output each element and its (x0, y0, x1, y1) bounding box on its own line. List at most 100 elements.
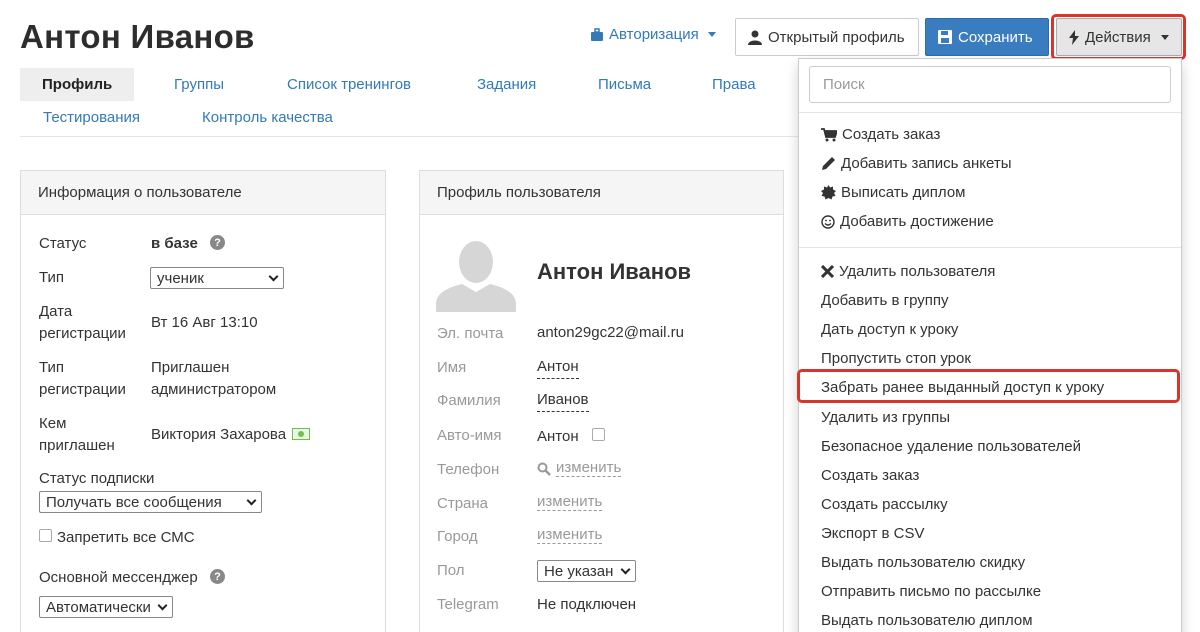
last-name-value[interactable]: Иванов (537, 389, 589, 412)
telegram-label: Telegram (437, 596, 499, 613)
last-name-label: Фамилия (437, 392, 501, 409)
pencil-icon (822, 157, 835, 170)
reg-type-value: Приглашен (151, 359, 230, 376)
avatar-placeholder-icon[interactable] (436, 232, 516, 312)
telegram-value: Не подключен (537, 596, 637, 613)
city-label: Город (437, 528, 478, 545)
actions-label: Действия (1085, 28, 1151, 46)
chevron-down-icon (157, 600, 168, 610)
type-select[interactable]: ученик (150, 267, 284, 289)
menu-skip-stop-lesson[interactable]: Пропустить стоп урок (821, 350, 971, 367)
messenger-select-value: Автоматически (46, 598, 151, 616)
phone-label: Телефон (437, 461, 500, 478)
menu-create-order[interactable]: Создать заказ (821, 126, 940, 143)
disable-sms-checkbox[interactable] (39, 529, 52, 542)
messenger-label: Основной мессенджер (39, 569, 198, 586)
menu-divider (799, 112, 1181, 113)
invited-by-value[interactable]: Виктория Захарова (151, 424, 286, 446)
subscription-select-value: Получать все сообщения (46, 493, 222, 511)
close-icon (821, 265, 834, 278)
auto-name-label: Авто-имя (437, 427, 502, 444)
save-button[interactable]: Сохранить (925, 18, 1049, 56)
briefcase-icon (591, 27, 603, 41)
reg-date-value: Вт 16 Авг 13:10 (151, 314, 258, 331)
help-icon[interactable]: ? (210, 569, 225, 584)
gender-select[interactable]: Не указан (537, 560, 636, 582)
menu-delete-user-label: Удалить пользователя (839, 263, 996, 280)
certificate-icon (821, 185, 836, 200)
status-value: в базе (151, 235, 198, 252)
menu-add-achievement[interactable]: Добавить достижение (821, 213, 994, 230)
reg-date-label: Дата (39, 303, 73, 320)
menu-create-order-label: Создать заказ (842, 126, 941, 143)
profile-name: Антон Иванов (537, 259, 692, 284)
gender-label: Пол (437, 562, 465, 579)
menu-issue-diploma[interactable]: Выписать диплом (821, 184, 965, 201)
messenger-select[interactable]: Автоматически (39, 596, 173, 618)
menu-remove-from-group[interactable]: Удалить из группы (821, 409, 950, 426)
tab-rights[interactable]: Права (712, 76, 756, 93)
user-profile-title: Профиль пользователя (420, 171, 783, 215)
menu-create-order-2[interactable]: Создать заказ (821, 467, 919, 484)
actions-button[interactable]: Действия (1056, 18, 1182, 56)
menu-add-survey-entry-label: Добавить запись анкеты (841, 155, 1012, 172)
tab-quality-control[interactable]: Контроль качества (202, 109, 333, 126)
country-label: Страна (437, 495, 489, 512)
country-change-link[interactable]: изменить (537, 493, 603, 511)
tabs-divider (20, 136, 800, 137)
auto-name-checkbox[interactable] (592, 428, 605, 441)
chevron-down-icon (268, 271, 279, 281)
reg-type-label-2: регистрации (39, 381, 126, 398)
search-icon (537, 462, 551, 476)
page-title: Антон Иванов (20, 18, 255, 55)
user-info-title: Информация о пользователе (21, 171, 385, 215)
first-name-label: Имя (437, 359, 467, 376)
menu-safe-delete-users[interactable]: Безопасное удаление пользователей (821, 438, 1081, 455)
email-value: anton29gc22@mail.ru (537, 324, 684, 341)
menu-grant-lesson-access[interactable]: Дать доступ к уроку (821, 321, 958, 338)
phone-change-link[interactable]: изменить (556, 459, 622, 477)
tab-tests[interactable]: Тестирования (43, 109, 140, 126)
status-label: Статус (39, 235, 87, 252)
lightning-icon (1069, 29, 1079, 45)
subscription-select[interactable]: Получать все сообщения (39, 491, 262, 513)
money-icon (292, 428, 310, 440)
menu-add-to-group[interactable]: Добавить в группу (821, 292, 949, 309)
user-icon (748, 30, 762, 45)
menu-add-achievement-label: Добавить достижение (840, 213, 994, 230)
chevron-down-icon (620, 564, 631, 574)
type-select-value: ученик (157, 269, 204, 287)
gender-select-value: Не указан (544, 562, 614, 580)
actions-search-input[interactable] (809, 66, 1171, 103)
invited-by-label-2: приглашен (39, 437, 115, 454)
city-change-link[interactable]: изменить (537, 526, 603, 544)
subscription-label: Статус подписки (39, 470, 155, 487)
authorization-dropdown[interactable]: Авторизация (590, 26, 716, 43)
menu-give-diploma[interactable]: Выдать пользователю диплом (821, 612, 1033, 629)
type-label: Тип (39, 269, 65, 286)
caret-down-icon (707, 32, 716, 37)
tab-letters[interactable]: Письма (598, 76, 651, 93)
disable-sms-label: Запретить все СМС (57, 529, 195, 546)
menu-send-mailing-letter[interactable]: Отправить письмо по рассылке (821, 583, 1041, 600)
save-label: Сохранить (958, 28, 1033, 46)
chevron-down-icon (246, 495, 257, 505)
help-icon[interactable]: ? (210, 235, 225, 250)
menu-export-csv[interactable]: Экспорт в CSV (821, 525, 925, 542)
auto-name-value: Антон (537, 428, 579, 445)
menu-issue-diploma-label: Выписать диплом (841, 184, 966, 201)
first-name-value[interactable]: Антон (537, 356, 579, 379)
menu-add-survey-entry[interactable]: Добавить запись анкеты (821, 155, 1012, 172)
tab-profile[interactable]: Профиль (20, 68, 135, 101)
shopping-cart-icon (821, 127, 837, 141)
tab-tasks[interactable]: Задания (477, 76, 536, 93)
reg-type-value-2: администратором (151, 381, 277, 398)
menu-give-discount[interactable]: Выдать пользователю скидку (821, 554, 1025, 571)
tab-trainings[interactable]: Список тренингов (287, 76, 411, 93)
menu-create-mailing[interactable]: Создать рассылку (821, 496, 948, 513)
menu-revoke-lesson-access[interactable]: Забрать ранее выданный доступ к уроку (821, 379, 1104, 396)
menu-delete-user[interactable]: Удалить пользователя (821, 263, 995, 280)
tab-groups[interactable]: Группы (174, 76, 224, 93)
open-profile-button[interactable]: Открытый профиль (735, 18, 919, 56)
actions-dropdown-menu: Создать заказ Добавить запись анкеты Вып… (798, 58, 1182, 632)
